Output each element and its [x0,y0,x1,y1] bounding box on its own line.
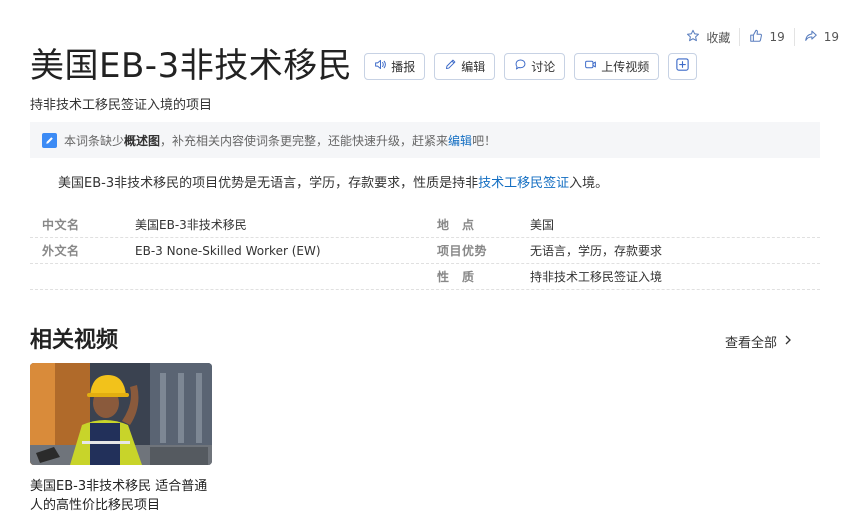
infobox-label: 性 质 [437,270,475,284]
infobox-row: 中文名 美国EB-3非技术移民 地 点 美国 [30,212,820,238]
broadcast-label: 播报 [391,59,416,74]
summary-text-after: 入境。 [569,176,609,191]
notice-middle: ，补充相关内容使词条更完整，还能快速升级，赶紧来 [160,133,449,148]
infobox-cell: 地 点 美国 [425,216,820,233]
title-buttons: 播报 编辑 讨论 上传视频 [364,52,698,80]
share-icon [804,29,824,46]
missing-content-notice: 本词条缺少 概述图 ，补充相关内容使词条更完整，还能快速升级，赶紧来 编辑 吧！ [30,122,820,158]
infobox-value: EB-3 None-Skilled Worker (EW) [135,243,321,258]
infobox-label: 中文名 [42,218,80,232]
pencil-icon [444,58,461,74]
thumbs-up-icon [749,29,769,46]
add-button[interactable] [668,52,698,80]
infobox-label: 外文名 [42,244,80,258]
infobox-row: 外文名 EB-3 None-Skilled Worker (EW) 项目优势 无… [30,238,820,264]
like-count: 19 [769,30,785,44]
share-count: 19 [823,30,839,44]
subtitle: 持非技术工移民签证入境的项目 [30,98,213,113]
summary-paragraph: 美国EB-3非技术移民的项目优势是无语言，学历，存款要求，性质是持非技术工移民签… [58,172,608,191]
speaker-icon [374,58,391,74]
summary-text-before: 美国EB-3非技术移民的项目优势是无语言，学历，存款要求，性质是持非 [58,176,479,191]
summary-link[interactable]: 技术工移民签证 [478,176,569,191]
notice-edit-link[interactable]: 编辑 [448,132,472,149]
plus-square-icon [675,57,690,75]
broadcast-button[interactable]: 播报 [364,52,426,80]
infobox-value: 无语言，学历，存款要求 [530,244,663,258]
discuss-label: 讨论 [531,59,556,74]
edit-label: 编辑 [461,59,486,74]
title-row: 美国EB-3非技术移民 播报 编辑 讨论 上传视频 [30,44,698,88]
infobox: 中文名 美国EB-3非技术移民 地 点 美国 外文名 EB-3 None-Ski… [30,212,820,290]
video-camera-icon [584,58,601,74]
infobox-value: 美国 [530,218,555,232]
infobox-value: 持非技术工移民签证入境 [530,270,663,284]
video-caption[interactable]: 美国EB-3非技术移民 适合普通人的高性价比移民项目 [30,477,212,515]
page-title: 美国EB-3非技术移民 [30,46,353,86]
video-thumbnail[interactable] [30,363,212,465]
chevron-right-icon [777,334,793,349]
infobox-cell: 外文名 EB-3 None-Skilled Worker (EW) [30,242,425,259]
like-button[interactable]: 19 [739,28,793,46]
notice-suffix: 吧！ [472,133,497,148]
upload-video-button[interactable]: 上传视频 [574,52,660,80]
star-icon [686,29,706,46]
share-button[interactable]: 19 [793,28,839,46]
chat-bubble-icon [514,58,531,74]
upload-video-label: 上传视频 [601,59,650,74]
notice-missing-item: 概述图 [124,133,161,148]
favorite-label: 收藏 [706,30,731,45]
notice-prefix: 本词条缺少 [64,133,125,148]
infobox-value: 美国EB-3非技术移民 [135,218,247,232]
view-all-link[interactable]: 查看全部 [725,332,793,351]
infobox-row: 性 质 持非技术工移民签证入境 [30,264,820,290]
discuss-button[interactable]: 讨论 [504,52,566,80]
top-actions: 收藏 19 19 [677,28,839,46]
edit-notice-icon [42,132,57,148]
infobox-cell: 中文名 美国EB-3非技术移民 [30,216,425,233]
infobox-label: 项目优势 [437,244,488,258]
worker-photo [30,363,212,465]
view-all-label: 查看全部 [725,336,778,351]
infobox-cell: 项目优势 无语言，学历，存款要求 [425,242,820,259]
edit-button[interactable]: 编辑 [434,52,496,80]
infobox-label: 地 点 [437,218,475,232]
infobox-cell: 性 质 持非技术工移民签证入境 [425,268,820,285]
related-videos-title: 相关视频 [30,328,119,353]
